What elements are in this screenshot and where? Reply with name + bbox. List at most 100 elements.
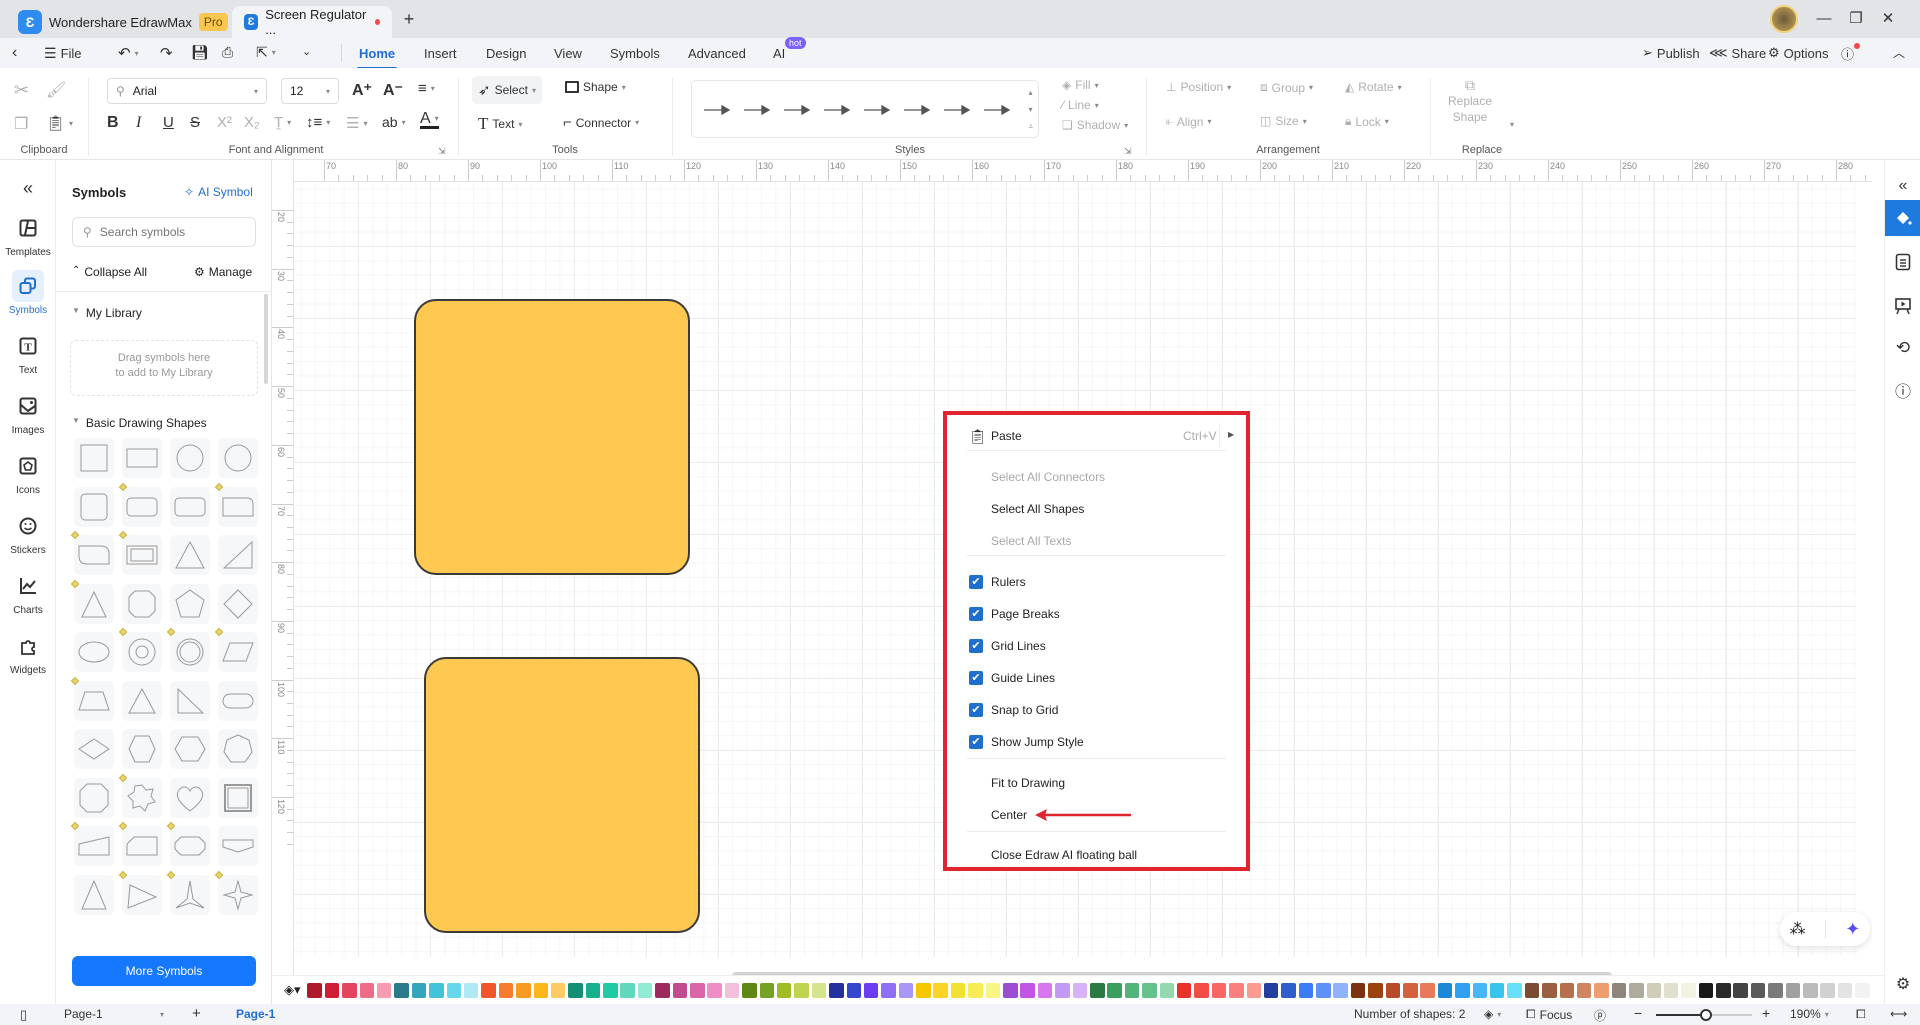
color-swatch[interactable] <box>1663 982 1679 998</box>
color-swatch[interactable] <box>307 982 322 998</box>
color-swatch[interactable] <box>376 982 392 998</box>
back-icon[interactable]: ‹ <box>12 44 17 62</box>
shape-right-triangle[interactable] <box>170 680 210 721</box>
bold-icon[interactable]: B <box>107 114 119 132</box>
help-icon[interactable]: ⓘ <box>1885 372 1920 408</box>
zoom-out-button[interactable]: − <box>1634 1005 1642 1021</box>
color-swatch[interactable] <box>1316 982 1331 998</box>
style-panel-button[interactable] <box>1885 200 1920 236</box>
zoom-in-button[interactable]: + <box>1762 1005 1770 1021</box>
zoom-slider[interactable] <box>1656 1009 1752 1021</box>
redo-icon[interactable]: ↷ <box>160 44 173 62</box>
zoom-slider-thumb[interactable] <box>1699 1009 1712 1021</box>
shape-tool-button[interactable]: Shape ▾ <box>565 80 626 94</box>
shape-triangle[interactable] <box>122 680 162 721</box>
fit-width-icon[interactable]: ⟷ <box>1890 1007 1907 1021</box>
color-swatch[interactable] <box>655 982 670 998</box>
shape-diamond[interactable] <box>218 583 258 624</box>
color-swatch[interactable] <box>1855 982 1870 998</box>
app-home-tab[interactable]: Ɛ Wondershare EdrawMax Pro <box>18 6 228 38</box>
color-swatch[interactable] <box>1020 982 1035 998</box>
color-swatch[interactable] <box>568 982 583 998</box>
color-swatch[interactable] <box>481 982 496 998</box>
sidebar-item-charts[interactable]: Charts <box>0 570 56 616</box>
shape-octagon[interactable] <box>122 583 162 624</box>
tab-design[interactable]: Design <box>486 46 526 61</box>
color-swatch[interactable] <box>1768 982 1783 998</box>
color-swatch[interactable] <box>1437 982 1453 998</box>
guide-lines-checkbox[interactable]: ✔ <box>969 671 983 685</box>
color-swatch[interactable] <box>1733 982 1748 998</box>
tab-insert[interactable]: Insert <box>424 46 457 61</box>
color-swatch[interactable] <box>1594 982 1609 998</box>
color-swatch[interactable] <box>759 982 775 998</box>
shape-frame[interactable] <box>118 530 162 575</box>
export-icon[interactable]: ⇱ ▾ <box>256 44 276 61</box>
menu-item-fit-to-drawing[interactable]: Fit to Drawing <box>991 776 1065 790</box>
font-family-select[interactable]: ⚲ Arial ▾ <box>107 78 267 104</box>
menu-item-rulers[interactable]: Rulers <box>991 575 1026 589</box>
color-swatch[interactable] <box>1403 982 1418 998</box>
color-swatch[interactable] <box>1246 982 1262 998</box>
add-page-button[interactable]: + <box>192 1005 201 1022</box>
shape-frame-square[interactable] <box>218 777 258 818</box>
shape-star-4[interactable] <box>214 870 258 915</box>
color-swatch[interactable] <box>776 982 792 998</box>
color-swatch[interactable] <box>1524 982 1540 998</box>
color-swatch[interactable] <box>411 982 427 998</box>
user-avatar[interactable] <box>1770 5 1798 33</box>
fill-color-picker-icon[interactable]: ◈▾ <box>284 982 301 998</box>
play-button[interactable]: ⓟ <box>1594 1007 1606 1024</box>
color-swatch[interactable] <box>1055 982 1070 998</box>
shape-donut[interactable] <box>118 627 162 672</box>
sidebar-item-text[interactable]: T Text <box>0 330 56 376</box>
align-button[interactable]: ⫦ Align ▾ <box>1166 114 1211 129</box>
bullet-list-icon[interactable]: ☰ ▾ <box>346 114 367 132</box>
my-library-dropzone[interactable]: Drag symbols here to add to My Library <box>70 340 258 396</box>
shape-rounded-rect[interactable] <box>170 486 210 527</box>
text-align-icon[interactable]: ≡ ▾ <box>418 80 435 97</box>
sidebar-item-symbols[interactable]: Symbols <box>0 270 56 316</box>
color-swatch[interactable] <box>1037 982 1053 998</box>
color-swatch[interactable] <box>446 982 462 998</box>
shadow-button[interactable]: ❏ Shadow ▾ <box>1062 118 1128 132</box>
color-swatch[interactable] <box>1455 982 1470 998</box>
copy-icon[interactable]: ❐ <box>14 114 28 134</box>
shape-round-corner-rect[interactable] <box>214 482 258 527</box>
print-icon[interactable]: ⎙ <box>222 44 233 61</box>
shape-diamond-wide[interactable] <box>74 729 114 769</box>
collapse-all-button[interactable]: ⌃ Collapse All <box>72 265 147 279</box>
shape-rect[interactable] <box>74 438 114 478</box>
color-swatch[interactable] <box>1629 982 1644 998</box>
color-swatch[interactable] <box>550 982 566 998</box>
color-swatch[interactable] <box>1263 982 1279 998</box>
fill-button[interactable]: ◈ Fill ▾ <box>1062 78 1099 92</box>
shape-octagon[interactable] <box>74 777 114 818</box>
color-swatch[interactable] <box>637 982 653 998</box>
shape-trapezoid[interactable] <box>70 676 114 721</box>
help-button[interactable]: ⓘ <box>1841 43 1860 63</box>
menu-item-page-breaks[interactable]: Page Breaks <box>991 607 1060 621</box>
restore-button[interactable]: ❐ <box>1845 8 1867 30</box>
text-case-icon[interactable]: ab ▾ <box>382 114 406 130</box>
shape-ring[interactable] <box>166 627 210 672</box>
panel-scrollbar[interactable] <box>264 294 268 384</box>
italic-icon[interactable]: I <box>136 114 141 132</box>
line-spacing-icon[interactable]: ↕≡ ▾ <box>306 114 330 131</box>
undo-icon[interactable]: ↶ ▾ <box>118 44 139 62</box>
menu-item-guide-lines[interactable]: Guide Lines <box>991 671 1055 685</box>
color-swatch[interactable] <box>394 982 409 998</box>
text-style-icon[interactable]: Ṯ ▾ <box>274 114 291 131</box>
color-swatch[interactable] <box>724 982 740 998</box>
shape-ellipse[interactable] <box>74 632 114 672</box>
color-swatch[interactable] <box>1333 982 1348 998</box>
page-selector[interactable]: Page-1 ▾ <box>64 1007 164 1021</box>
sidebar-item-stickers[interactable]: Stickers <box>0 510 56 556</box>
shape-triangle[interactable] <box>170 535 210 575</box>
color-swatch[interactable] <box>985 982 1001 998</box>
color-swatch[interactable] <box>498 982 514 998</box>
shape-rounded-rect[interactable] <box>118 482 162 527</box>
menu-item-select-all-texts[interactable]: Select All Texts <box>991 534 1071 548</box>
shape-circle[interactable] <box>218 438 258 478</box>
color-swatch[interactable] <box>1229 982 1244 998</box>
